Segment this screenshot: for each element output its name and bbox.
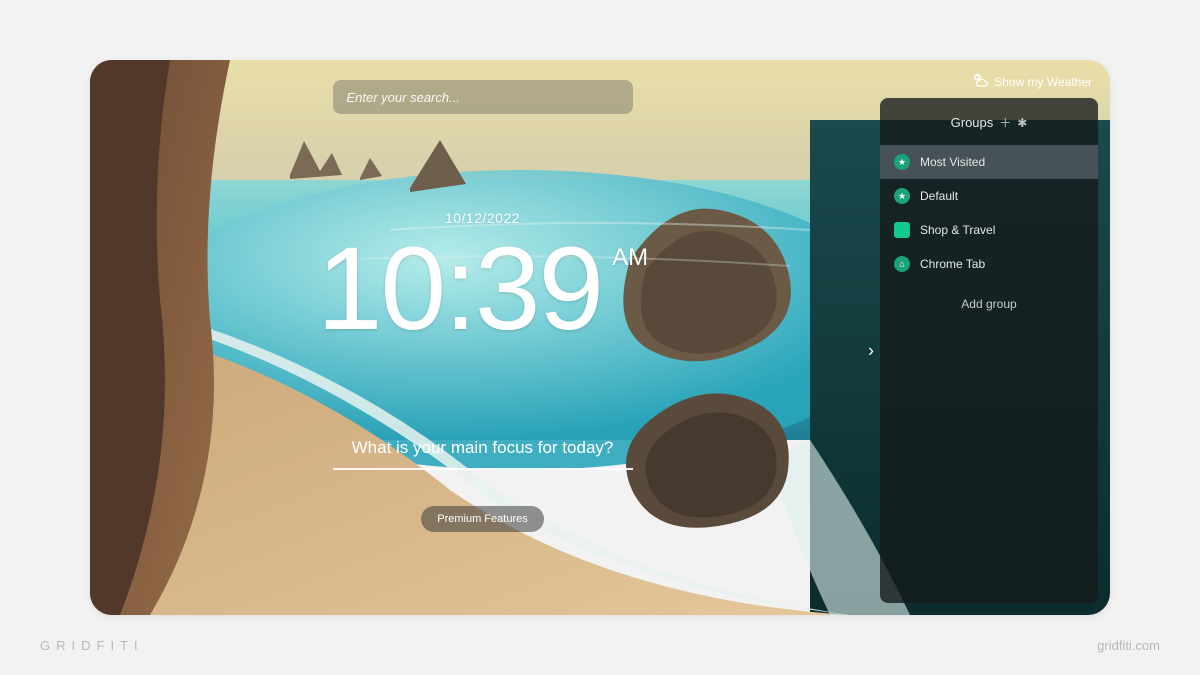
brand-watermark-left: GRIDFITI — [40, 638, 144, 653]
star-icon — [894, 154, 910, 170]
group-item-chrome-tab[interactable]: Chrome Tab — [880, 247, 1098, 281]
brand-watermark-right: gridfiti.com — [1097, 638, 1160, 653]
group-item-label: Most Visited — [920, 155, 985, 169]
star-icon — [894, 188, 910, 204]
clock-block: 10/12/2022 10:39 AM — [317, 210, 648, 348]
show-weather-button[interactable]: Show my Weather — [972, 72, 1092, 91]
sidebar-title: Groups — [951, 115, 994, 130]
clock-ampm: AM — [612, 244, 648, 272]
date-text: 10/12/2022 — [317, 210, 648, 226]
premium-features-button[interactable]: Premium Features — [421, 506, 543, 532]
group-item-most-visited[interactable]: Most Visited — [880, 145, 1098, 179]
add-icon[interactable]: ＋ — [999, 114, 1011, 131]
focus-input[interactable] — [333, 468, 633, 470]
sidebar-collapse-handle[interactable]: › — [868, 340, 874, 361]
search-bar[interactable] — [333, 80, 633, 114]
chrome-icon — [894, 256, 910, 272]
group-item-default[interactable]: Default — [880, 179, 1098, 213]
newtab-window: Show my Weather 10/12/2022 10:39 AM What… — [90, 60, 1110, 615]
sidebar-header: Groups ＋ ✱ — [880, 108, 1098, 145]
group-item-label: Chrome Tab — [920, 257, 985, 271]
weather-label: Show my Weather — [994, 75, 1092, 89]
weather-icon — [972, 72, 988, 91]
focus-prompt: What is your main focus for today? — [333, 438, 633, 458]
group-item-label: Shop & Travel — [920, 223, 995, 237]
group-item-label: Default — [920, 189, 958, 203]
clock-time: 10:39 — [317, 230, 602, 348]
focus-block: What is your main focus for today? — [333, 438, 633, 470]
add-group-button[interactable]: Add group — [880, 281, 1098, 327]
folder-icon — [894, 222, 910, 238]
groups-sidebar: › Groups ＋ ✱ Most Visited Default Shop &… — [880, 98, 1098, 603]
group-item-shop-travel[interactable]: Shop & Travel — [880, 213, 1098, 247]
gear-icon[interactable]: ✱ — [1017, 116, 1027, 130]
search-input[interactable] — [347, 90, 619, 105]
